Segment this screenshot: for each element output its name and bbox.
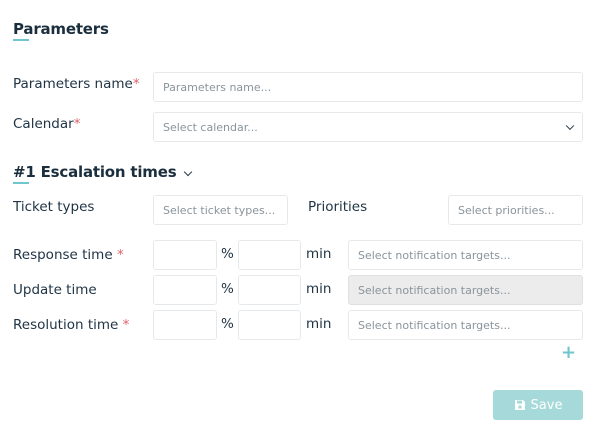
priorities-placeholder: Select priorities...	[458, 203, 555, 217]
minutes-unit: min	[306, 281, 332, 297]
resolution-time-label-text: Resolution time	[13, 317, 119, 333]
response-time-minutes-input[interactable]	[238, 240, 301, 270]
update-time-targets-select: Select notification targets...	[348, 275, 583, 305]
page-title: Parameters	[13, 20, 109, 38]
calendar-select[interactable]: Select calendar...	[153, 112, 583, 142]
resolution-time-label: Resolution time *	[13, 317, 129, 333]
response-time-label-text: Response time	[13, 247, 113, 263]
response-time-percent-input[interactable]	[153, 240, 217, 270]
parameters-name-label-text: Parameters name	[13, 76, 133, 92]
save-label: Save	[530, 397, 563, 413]
calendar-placeholder: Select calendar...	[163, 120, 258, 134]
resolution-time-targets-select[interactable]: Select notification targets...	[348, 310, 583, 340]
parameters-name-input[interactable]: Parameters name...	[153, 72, 583, 102]
targets-placeholder: Select notification targets...	[358, 283, 511, 297]
percent-symbol: %	[221, 281, 234, 297]
calendar-label-text: Calendar	[13, 116, 74, 132]
update-time-label: Update time	[13, 282, 97, 298]
required-marker: *	[122, 317, 130, 333]
ticket-types-label: Ticket types	[13, 199, 95, 215]
percent-symbol: %	[221, 246, 234, 262]
minutes-unit: min	[306, 246, 332, 262]
calendar-label: Calendar*	[13, 116, 80, 132]
ticket-types-placeholder: Select ticket types...	[163, 203, 276, 217]
targets-placeholder: Select notification targets...	[358, 248, 511, 262]
required-marker: *	[116, 247, 124, 263]
response-time-label: Response time *	[13, 247, 124, 263]
title-underline	[13, 39, 29, 41]
save-button[interactable]: Save	[493, 390, 583, 420]
floppy-disk-icon	[514, 400, 525, 410]
resolution-time-minutes-input[interactable]	[238, 310, 301, 340]
parameters-name-label: Parameters name*	[13, 76, 140, 92]
escalation-section-title: #1 Escalation times	[13, 163, 177, 181]
priorities-label: Priorities	[308, 199, 368, 215]
update-time-minutes-input[interactable]	[238, 275, 301, 305]
update-time-percent-input[interactable]	[153, 275, 217, 305]
section-underline	[13, 182, 29, 184]
chevron-down-icon	[565, 121, 575, 131]
parameters-name-placeholder: Parameters name...	[163, 80, 272, 94]
chevron-down-icon[interactable]	[183, 167, 193, 177]
add-escalation-button[interactable]: +	[561, 342, 577, 363]
plus-icon: +	[561, 342, 577, 363]
ticket-types-select[interactable]: Select ticket types...	[153, 195, 288, 225]
resolution-time-percent-input[interactable]	[153, 310, 217, 340]
percent-symbol: %	[221, 316, 234, 332]
priorities-select[interactable]: Select priorities...	[448, 195, 583, 225]
response-time-targets-select[interactable]: Select notification targets...	[348, 240, 583, 270]
minutes-unit: min	[306, 316, 332, 332]
required-marker: *	[73, 116, 81, 132]
required-marker: *	[132, 76, 140, 92]
update-time-label-text: Update time	[13, 282, 97, 298]
targets-placeholder: Select notification targets...	[358, 318, 511, 332]
